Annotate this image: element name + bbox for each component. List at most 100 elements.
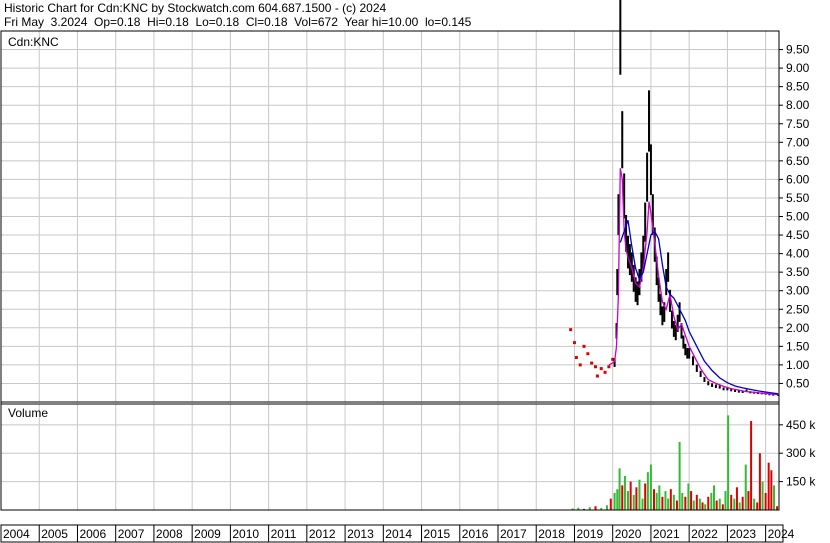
volume-bar <box>698 498 701 510</box>
x-tick-label: 2015 <box>424 527 451 541</box>
x-tick-label: 2024 <box>768 527 795 541</box>
volume-bar <box>664 491 667 510</box>
volume-bar <box>616 489 619 510</box>
volume-bar <box>690 491 693 510</box>
x-axis: 2004 2005 2006 2007 2008 2009 2010 2011 2012 2013… <box>0 525 795 542</box>
price-panel-title: Cdn:KNC <box>8 35 59 49</box>
price-tick-label: 8.00 <box>786 98 810 112</box>
volume-bar <box>747 491 750 510</box>
x-tick-label: 2009 <box>194 527 221 541</box>
volume-tick-label: 150 k <box>786 475 816 489</box>
volume-bar <box>738 502 741 510</box>
volume-grid <box>0 404 779 510</box>
price-tick-label: 3.00 <box>786 284 810 298</box>
price-point <box>607 365 611 369</box>
volume-panel-frame <box>0 401 780 511</box>
price-point <box>599 367 603 371</box>
price-point <box>574 355 578 359</box>
volume-bar <box>626 491 629 510</box>
x-tick-label: 2007 <box>118 527 145 541</box>
price-tick-label: 2.50 <box>786 302 810 316</box>
x-tick-label: 2020 <box>615 527 642 541</box>
volume-bar <box>669 489 672 510</box>
price-point <box>572 341 576 345</box>
volume-tick-label: 450 k <box>786 418 816 432</box>
volume-bars <box>571 415 779 510</box>
volume-bar <box>641 498 644 510</box>
x-tick-label: 2014 <box>385 527 412 541</box>
volume-bar <box>613 492 616 510</box>
price-tick-label: 6.00 <box>786 172 810 186</box>
price-point <box>586 352 590 356</box>
volume-bar <box>687 483 690 510</box>
volume-bar <box>605 505 608 510</box>
volume-bar <box>704 504 707 510</box>
volume-bar <box>721 504 724 510</box>
price-point <box>590 361 594 365</box>
volume-bar <box>727 415 730 510</box>
x-tick-label: 2023 <box>729 527 756 541</box>
volume-bar <box>681 492 684 510</box>
volume-bar <box>629 481 632 510</box>
volume-bar <box>776 506 779 510</box>
price-tick-label: 6.50 <box>786 154 810 168</box>
price-tick-label: 5.50 <box>786 191 810 205</box>
volume-bar <box>667 498 670 510</box>
volume-bar <box>753 498 756 510</box>
volume-bar <box>594 506 597 510</box>
price-y-axis: 9.50 9.00 8.50 8.00 7.50 7.00 6.50 6.00 5.50 5.00… <box>779 43 810 390</box>
volume-bar <box>744 464 747 510</box>
x-tick-label: 2011 <box>271 527 297 541</box>
volume-bar <box>761 481 764 510</box>
volume-bar <box>701 502 704 510</box>
volume-bar <box>632 494 635 510</box>
volume-bar <box>609 498 612 510</box>
volume-bar <box>652 489 655 510</box>
volume-bar <box>713 485 716 510</box>
x-tick-label: 2004 <box>3 527 30 541</box>
volume-bar <box>750 421 753 510</box>
volume-panel-title: Volume <box>8 406 48 420</box>
x-tick-label: 2010 <box>232 527 259 541</box>
price-tick-label: 3.50 <box>786 265 810 279</box>
volume-bar <box>741 496 744 510</box>
price-point <box>578 363 582 367</box>
x-tick-label: 2012 <box>309 527 336 541</box>
volume-bar <box>675 500 678 510</box>
x-tick-label: 2017 <box>500 527 527 541</box>
volume-bar <box>618 468 621 510</box>
price-tick-label: 8.50 <box>786 80 810 94</box>
volume-bar <box>707 496 710 510</box>
volume-bar <box>658 485 661 510</box>
x-tick-label: 2019 <box>576 527 603 541</box>
x-tick-label: 2018 <box>538 527 565 541</box>
volume-bar <box>695 494 698 510</box>
x-tick-label: 2016 <box>462 527 489 541</box>
price-tick-label: 7.00 <box>786 135 810 149</box>
volume-bar <box>649 464 652 510</box>
price-point <box>595 374 599 378</box>
volume-bar <box>758 453 761 510</box>
price-tick-label: 1.00 <box>786 358 810 372</box>
volume-bar <box>770 470 773 510</box>
volume-bar <box>718 498 721 510</box>
price-point <box>593 365 597 369</box>
price-point <box>603 370 607 374</box>
volume-bar <box>672 494 675 510</box>
price-tick-label: 5.00 <box>786 210 810 224</box>
volume-bar <box>646 472 649 510</box>
volume-bar <box>678 441 681 510</box>
volume-bar <box>644 483 647 510</box>
volume-bar <box>635 487 638 510</box>
volume-bar <box>638 479 641 510</box>
volume-tick-label: 300 k <box>786 446 816 460</box>
volume-bar <box>692 500 695 510</box>
x-tick-label: 2021 <box>653 527 680 541</box>
volume-bar <box>756 502 759 510</box>
price-tick-label: 0.50 <box>786 376 810 390</box>
volume-bar <box>621 485 624 510</box>
price-tick-label: 9.00 <box>786 61 810 75</box>
volume-bar <box>655 492 658 510</box>
price-tick-label: 1.50 <box>786 339 810 353</box>
price-tick-label: 7.50 <box>786 117 810 131</box>
